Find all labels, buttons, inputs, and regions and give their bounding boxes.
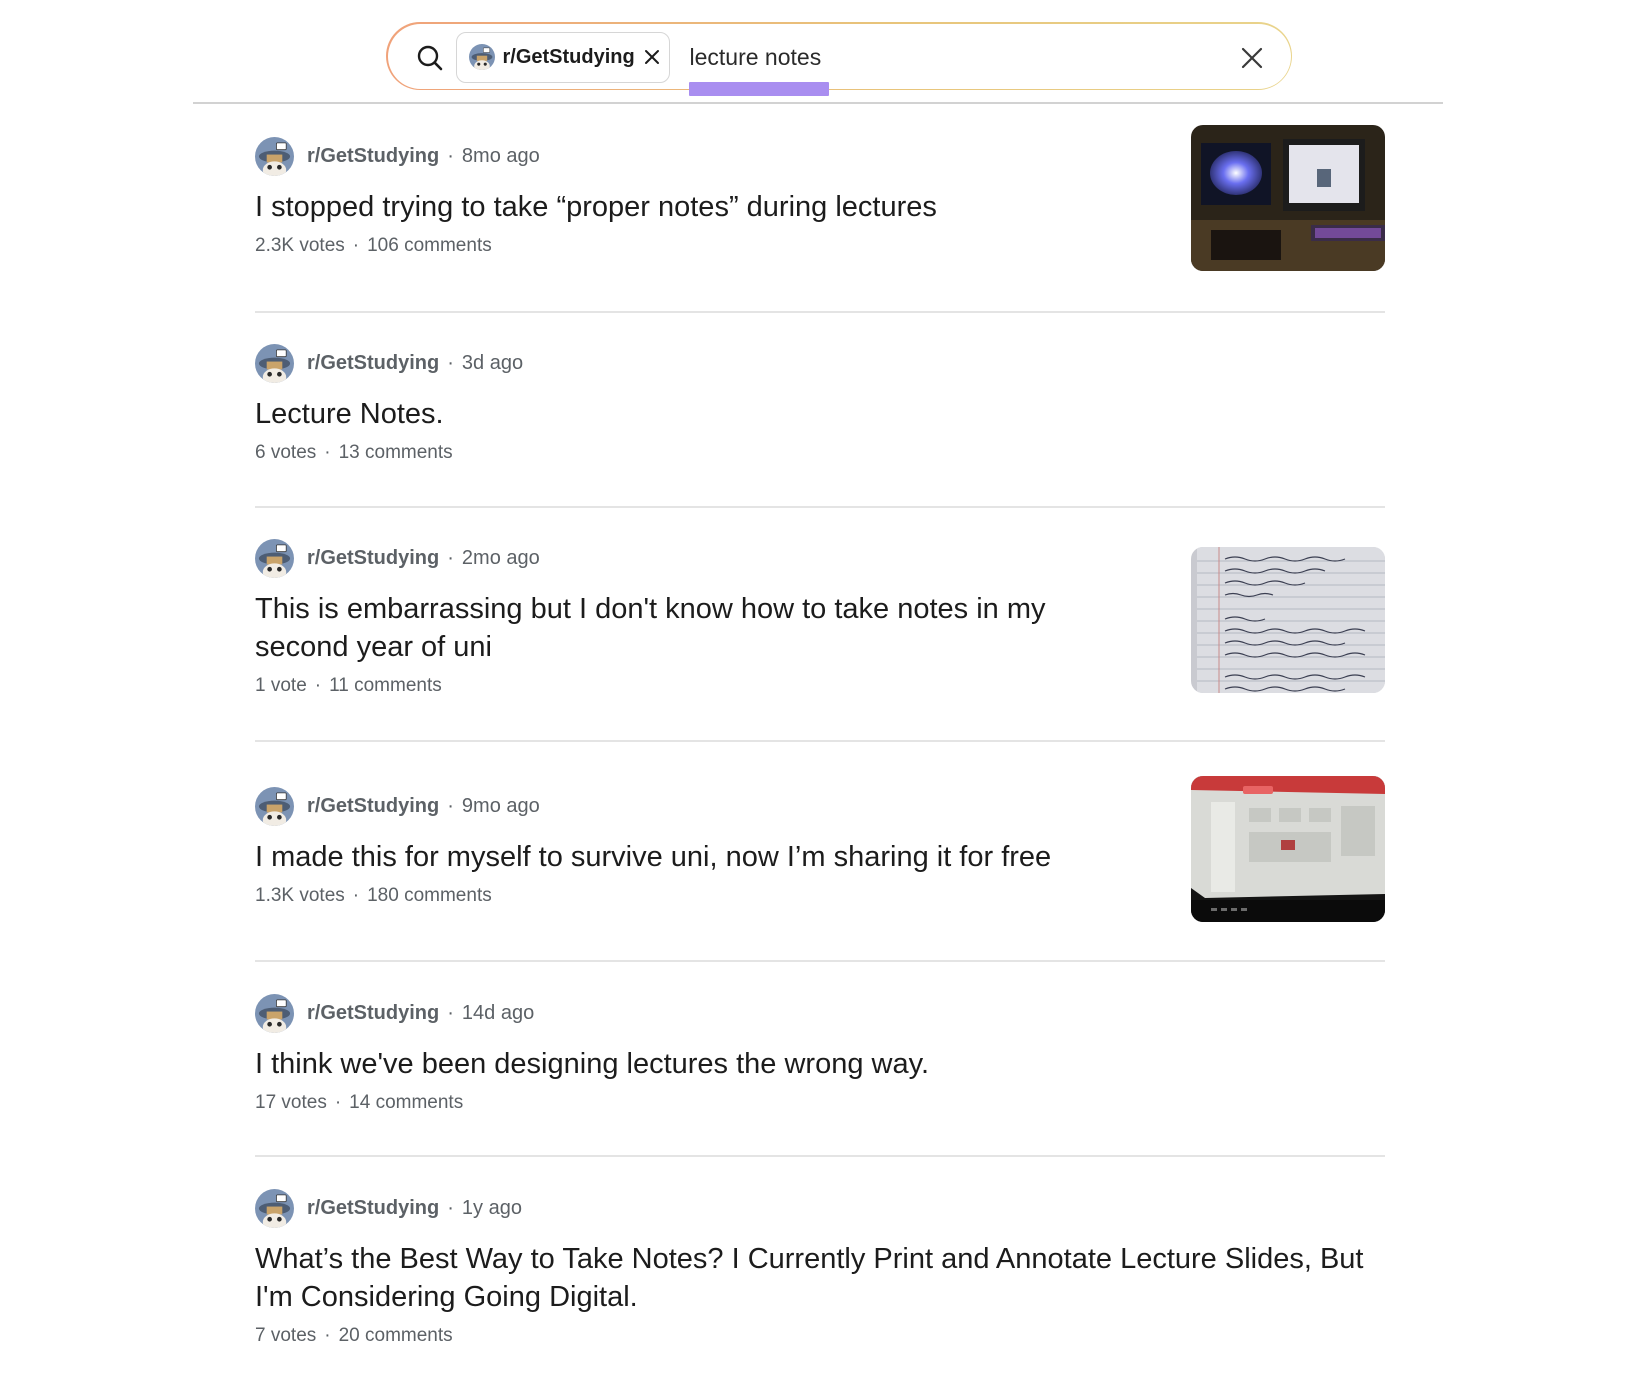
post-age: 1y ago xyxy=(461,1196,522,1219)
meta-separator: · xyxy=(447,351,454,374)
meta-separator: · xyxy=(447,144,454,167)
search-result-post[interactable]: r/GetStudying · 8mo ago I stopped trying… xyxy=(255,125,1385,271)
community-avatar-icon xyxy=(468,44,495,70)
post-stats: 17 votes · 14 comments xyxy=(255,1092,1385,1114)
vote-count: 7 votes xyxy=(255,1325,317,1346)
search-icon[interactable] xyxy=(416,44,444,72)
subreddit-link[interactable]: r/GetStudying xyxy=(307,795,439,818)
subreddit-link[interactable]: r/GetStudying xyxy=(307,352,439,375)
post-age: 3d ago xyxy=(461,351,524,374)
vote-count: 17 votes xyxy=(255,1092,327,1113)
clear-search-icon[interactable] xyxy=(1237,43,1267,73)
post-thumbnail[interactable] xyxy=(1191,547,1385,693)
comment-count: 106 comments xyxy=(367,235,492,256)
search-result-post[interactable]: r/GetStudying · 9mo ago I made this for … xyxy=(255,776,1385,922)
post-age: 14d ago xyxy=(461,1001,535,1024)
comment-count: 13 comments xyxy=(338,442,453,463)
post-divider xyxy=(255,960,1385,962)
post-title[interactable]: This is embarrassing but I don't know ho… xyxy=(255,590,1115,666)
vote-count: 2.3K votes xyxy=(255,235,345,256)
post-title[interactable]: I think we've been designing lectures th… xyxy=(255,1045,1385,1083)
post-meta: r/GetStudying · 3d ago xyxy=(255,343,1385,383)
search-result-post[interactable]: r/GetStudying · 3d ago Lecture Notes. 6 … xyxy=(255,343,1385,464)
meta-separator: · xyxy=(447,1001,454,1024)
subreddit-avatar-icon[interactable] xyxy=(255,136,294,176)
stats-separator: · xyxy=(324,1325,331,1346)
subreddit-avatar-icon[interactable] xyxy=(255,343,294,383)
comment-count: 180 comments xyxy=(367,885,492,906)
stats-separator: · xyxy=(334,1092,342,1113)
post-thumbnail[interactable] xyxy=(1191,125,1385,271)
search-bar[interactable]: r/GetStudying lecture notes xyxy=(386,22,1292,90)
post-stats: 6 votes · 13 comments xyxy=(255,442,1385,464)
subreddit-link[interactable]: r/GetStudying xyxy=(307,547,439,570)
post-title[interactable]: What’s the Best Way to Take Notes? I Cur… xyxy=(255,1240,1385,1316)
subreddit-link[interactable]: r/GetStudying xyxy=(307,1002,439,1025)
post-age: 8mo ago xyxy=(461,144,540,167)
meta-separator: · xyxy=(447,1196,454,1219)
comment-count: 20 comments xyxy=(338,1325,453,1346)
community-filter-chip[interactable]: r/GetStudying xyxy=(455,31,670,83)
post-divider xyxy=(255,506,1385,508)
comment-count: 14 comments xyxy=(349,1092,464,1113)
subreddit-avatar-icon[interactable] xyxy=(255,538,294,578)
subreddit-avatar-icon[interactable] xyxy=(255,993,294,1033)
subreddit-link[interactable]: r/GetStudying xyxy=(307,1197,439,1220)
post-thumbnail[interactable] xyxy=(1191,776,1385,922)
comment-count: 11 comments xyxy=(329,675,442,696)
subreddit-avatar-icon[interactable] xyxy=(255,786,294,826)
stats-separator: · xyxy=(352,885,360,906)
post-age: 2mo ago xyxy=(461,546,540,569)
post-title[interactable]: Lecture Notes. xyxy=(255,395,1385,433)
post-meta: r/GetStudying · 1y ago xyxy=(255,1188,1385,1228)
subreddit-link[interactable]: r/GetStudying xyxy=(307,145,439,168)
search-result-post[interactable]: r/GetStudying · 1y ago What’s the Best W… xyxy=(255,1188,1385,1347)
post-age: 9mo ago xyxy=(461,794,540,817)
search-result-post[interactable]: r/GetStudying · 2mo ago This is embarras… xyxy=(255,538,1385,697)
post-divider xyxy=(255,740,1385,742)
stats-separator: · xyxy=(314,675,322,696)
search-input[interactable]: lecture notes xyxy=(690,44,822,71)
stats-separator: · xyxy=(352,235,360,256)
stats-separator: · xyxy=(324,442,331,463)
post-stats: 7 votes · 20 comments xyxy=(255,1325,1385,1347)
post-meta: r/GetStudying · 14d ago xyxy=(255,993,1385,1033)
community-chip-label: r/GetStudying xyxy=(502,45,635,68)
vote-count: 6 votes xyxy=(255,442,317,463)
meta-separator: · xyxy=(447,546,454,569)
post-divider xyxy=(255,311,1385,313)
vote-count: 1 vote xyxy=(255,675,307,696)
remove-chip-icon[interactable] xyxy=(641,46,663,68)
subreddit-avatar-icon[interactable] xyxy=(255,1188,294,1228)
search-result-post[interactable]: r/GetStudying · 14d ago I think we've be… xyxy=(255,993,1385,1114)
search-bar-inner: r/GetStudying lecture notes xyxy=(387,23,1291,89)
text-selection-highlight xyxy=(689,82,829,96)
vote-count: 1.3K votes xyxy=(255,885,345,906)
header-divider xyxy=(193,102,1443,104)
post-divider xyxy=(255,1155,1385,1157)
meta-separator: · xyxy=(447,794,454,817)
